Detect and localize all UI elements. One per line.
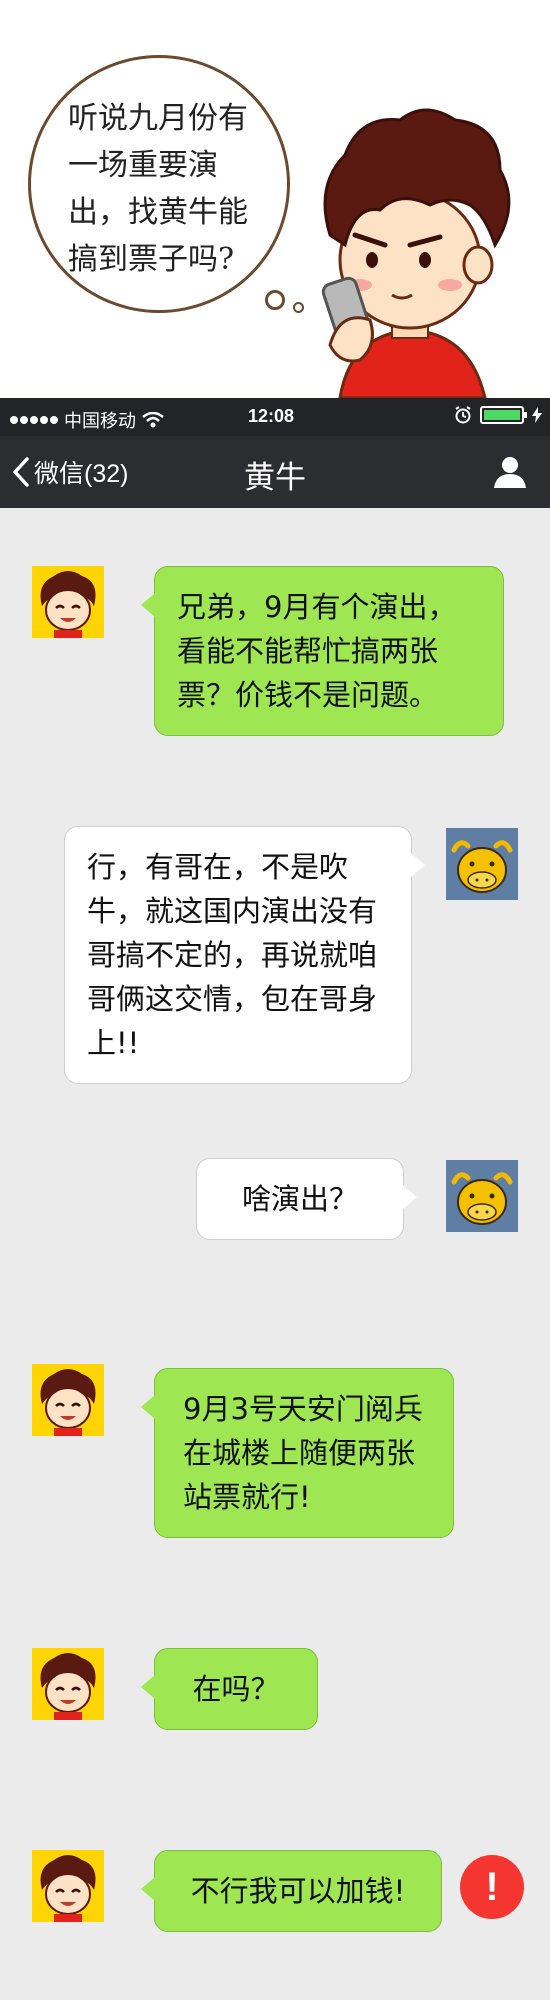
message-bubble-sent[interactable]: 9月3号天安门阅兵在城楼上随便两张站票就行! (141, 1368, 454, 1538)
chat-nav-bar: 微信(32) 黄牛 (0, 436, 550, 508)
ox-avatar[interactable] (446, 828, 518, 900)
thought-text: 听说九月份有 一场重要演 出，找黄牛能 搞到票子吗? (68, 95, 258, 283)
thought-line: 搞到票子吗? (68, 242, 235, 277)
clock: 12:08 (248, 406, 295, 426)
message-text: 兄弟，9月有个演出，看能不能帮忙搞两张票？价钱不是问题。 (177, 590, 457, 712)
status-left: 中国移动 (10, 407, 164, 433)
charging-icon (532, 407, 542, 423)
thought-line: 听说九月份有 (68, 101, 248, 136)
battery-icon (480, 406, 527, 424)
thought-dot (265, 290, 285, 310)
status-bar: 中国移动 12:08 (0, 398, 550, 436)
message-bubble-sent[interactable]: 不行我可以加钱! (141, 1850, 442, 1932)
message-text: 啥演出？ (241, 1182, 358, 1216)
boy-avatar[interactable] (32, 1850, 104, 1922)
message-bubble-sent[interactable]: 兄弟，9月有个演出，看能不能帮忙搞两张票？价钱不是问题。 (141, 566, 504, 736)
boy-avatar[interactable] (32, 566, 104, 638)
send-failed-retry-icon[interactable]: ! (460, 1855, 524, 1919)
message-text: 9月3号天安门阅兵在城楼上随便两张站票就行! (183, 1392, 423, 1514)
message-bubble-sent[interactable]: 在吗？ (141, 1648, 318, 1730)
thought-line: 出，找黄牛能 (68, 195, 248, 230)
status-right (454, 406, 542, 424)
signal-strength-icon (10, 416, 58, 424)
alarm-clock-icon (455, 406, 471, 424)
carrier-label: 中国移动 (64, 411, 136, 431)
boy-avatar[interactable] (32, 1648, 104, 1720)
wifi-icon (142, 412, 164, 428)
chat-title: 黄牛 (244, 460, 306, 495)
message-text: 不行我可以加钱! (190, 1874, 406, 1908)
message-bubble-received[interactable]: 啥演出？ (196, 1158, 417, 1240)
ox-avatar[interactable] (446, 1160, 518, 1232)
boy-avatar[interactable] (32, 1364, 104, 1436)
message-text: 在吗？ (192, 1672, 280, 1706)
message-text: 行，有哥在，不是吹牛，就这国内演出没有哥搞不定的，再说就咱哥俩这交情，包在哥身上… (87, 850, 378, 1060)
message-bubble-received[interactable]: 行，有哥在，不是吹牛，就这国内演出没有哥搞不定的，再说就咱哥俩这交情，包在哥身上… (64, 826, 425, 1084)
thought-line: 一场重要演 (68, 148, 218, 183)
contact-info-button[interactable] (492, 454, 528, 490)
comic-header: 听说九月份有 一场重要演 出，找黄牛能 搞到票子吗? (0, 0, 550, 398)
boy-with-phone-illustration (321, 108, 511, 398)
